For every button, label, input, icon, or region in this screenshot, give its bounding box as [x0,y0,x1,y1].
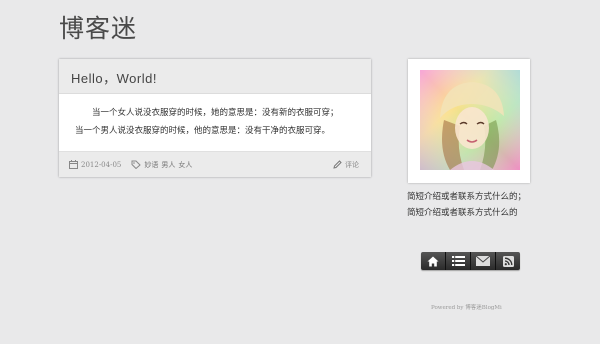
post-category[interactable]: 妙语 [144,160,158,170]
rss-button[interactable] [496,252,520,270]
post-tags: 妙语 男人 女人 [131,160,192,170]
post-date: 2012-04-05 [69,160,121,169]
avatar [420,70,520,170]
home-icon [427,256,439,266]
list-button[interactable] [446,252,471,270]
brand-link[interactable]: 博客迷BlogMi [465,305,502,311]
post-title[interactable]: Hello，World! [71,68,371,87]
site-footer: Powered by 博客迷BlogMi [431,303,502,311]
avatar-frame [408,59,530,183]
post-content: 当一个女人说没衣服穿的时候，她的意思是：没有新的衣服可穿； 当一个男人说没衣服穿… [59,94,371,151]
author-bio: 简短介绍或者联系方式什么的；简短介绍或者联系方式什么的 [407,192,527,218]
home-button[interactable] [421,252,446,270]
list-icon [451,256,465,266]
powered-by-text: Powered by [431,305,464,311]
social-bar [421,252,520,270]
post-paragraph: 当一个男人说没衣服穿的时候，他的意思是：没有干净的衣服可穿。 [75,126,331,136]
mail-button[interactable] [471,252,496,270]
post-tag[interactable]: 男人 [161,160,175,170]
site-title[interactable]: 博客迷 [59,9,137,45]
pencil-icon [333,160,342,169]
post-date-text: 2012-04-05 [81,160,122,169]
comment-link[interactable]: 评论 [333,160,359,170]
post-header: Hello，World! [59,59,371,94]
post-card: Hello，World! 当一个女人说没衣服穿的时候，她的意思是：没有新的衣服可… [59,59,371,177]
comment-label: 评论 [345,160,359,169]
post-tag[interactable]: 女人 [178,160,192,170]
post-paragraph: 当一个女人说没衣服穿的时候，她的意思是：没有新的衣服可穿； [92,108,339,118]
post-meta: 2012-04-05 妙语 男人 女人 评论 [59,151,371,177]
mail-icon [476,256,490,266]
calendar-icon [69,160,78,169]
rss-icon [502,255,514,267]
tag-icon [131,160,142,169]
